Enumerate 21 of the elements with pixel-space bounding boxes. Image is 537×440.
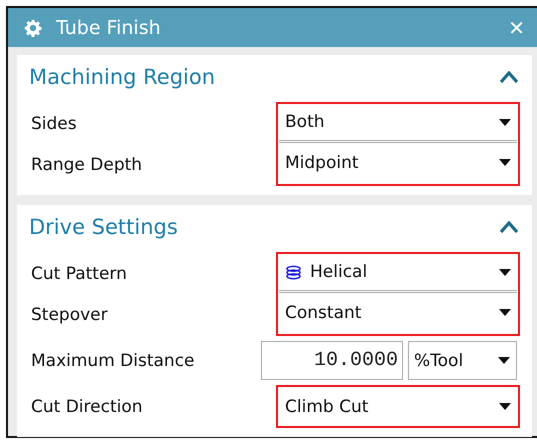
section-title[interactable]: Machining Region xyxy=(29,65,216,89)
field-label: Stepover xyxy=(31,304,109,327)
field-label: Range Depth xyxy=(31,154,144,177)
caret-icon xyxy=(498,357,510,364)
caret-icon xyxy=(499,118,511,126)
caret-icon xyxy=(499,268,511,276)
settings-icon[interactable] xyxy=(24,18,42,36)
field-label: Cut Pattern xyxy=(31,263,128,286)
helix-icon xyxy=(285,264,302,280)
caret-icon xyxy=(499,159,511,166)
collapse-chevron-icon[interactable] xyxy=(500,71,518,83)
window-title: Tube Finish xyxy=(56,16,162,38)
collapse-chevron-icon[interactable] xyxy=(500,221,518,233)
section-title[interactable]: Drive Settings xyxy=(29,215,178,239)
caret-icon xyxy=(499,309,511,316)
field-label: Cut Direction xyxy=(31,396,144,419)
caret-icon xyxy=(499,403,511,410)
unit-dropdown[interactable]: %Tool xyxy=(408,341,517,380)
number-field[interactable]: 10.0000 xyxy=(261,341,403,380)
field-label: Maximum Distance xyxy=(31,350,196,373)
field-label: Sides xyxy=(31,113,78,136)
